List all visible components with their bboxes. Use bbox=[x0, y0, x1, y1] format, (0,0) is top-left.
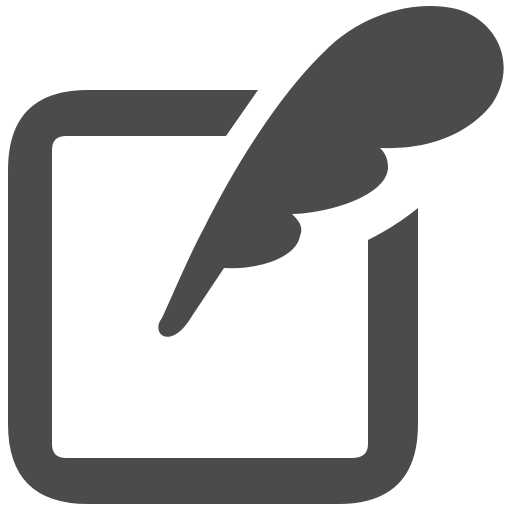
quill-feather bbox=[158, 5, 504, 337]
edit-note-icon bbox=[8, 5, 504, 504]
icon-canvas bbox=[0, 0, 512, 512]
